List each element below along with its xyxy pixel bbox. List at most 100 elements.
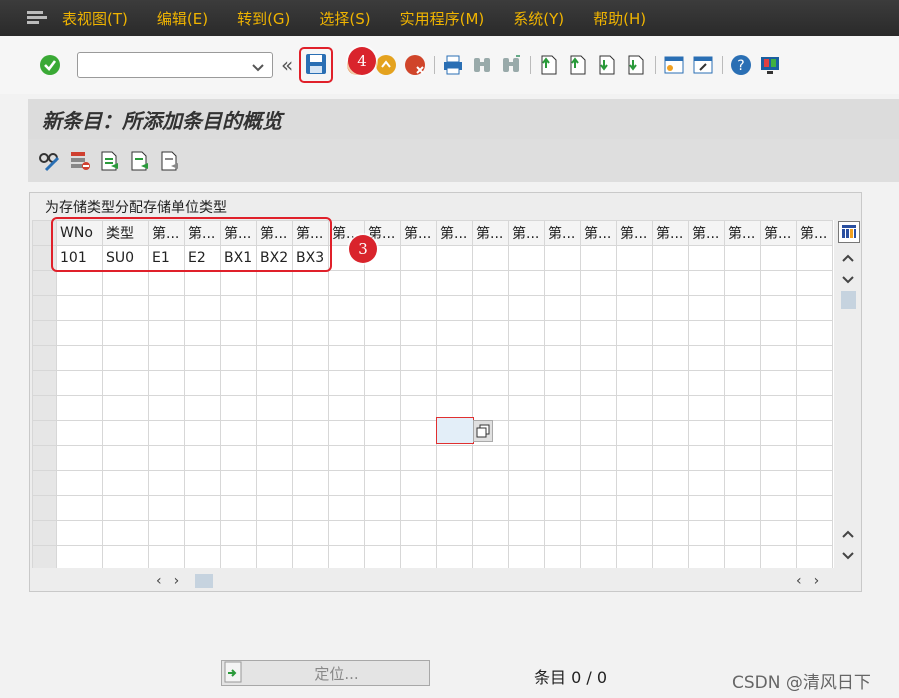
table-cell[interactable] — [364, 520, 401, 546]
table-cell[interactable] — [328, 345, 365, 371]
table-cell[interactable] — [292, 345, 329, 371]
table-cell[interactable] — [724, 370, 761, 396]
table-cell[interactable] — [102, 320, 149, 346]
table-cell[interactable] — [688, 370, 725, 396]
table-cell[interactable] — [102, 520, 149, 546]
table-cell[interactable] — [148, 470, 185, 496]
table-cell[interactable] — [256, 420, 293, 446]
table-cell[interactable] — [328, 545, 365, 568]
table-cell[interactable] — [616, 445, 653, 471]
table-cell[interactable] — [292, 495, 329, 521]
table-cell[interactable] — [652, 245, 689, 271]
table-cell[interactable] — [616, 320, 653, 346]
table-cell[interactable] — [292, 395, 329, 421]
table-cell[interactable] — [580, 245, 617, 271]
table-cell[interactable] — [688, 520, 725, 546]
table-cell[interactable] — [256, 470, 293, 496]
menu-utilities[interactable]: 实用程序(M) — [400, 8, 485, 29]
table-cell[interactable] — [292, 270, 329, 296]
table-cell[interactable] — [688, 495, 725, 521]
table-cell[interactable] — [56, 395, 103, 421]
table-cell[interactable] — [472, 445, 509, 471]
table-cell[interactable] — [688, 270, 725, 296]
table-cell[interactable] — [508, 345, 545, 371]
collapse-toolbar-button[interactable]: « — [281, 53, 293, 77]
table-cell[interactable] — [364, 495, 401, 521]
scroll-left-icon[interactable]: ‹ — [156, 573, 162, 589]
table-cell[interactable] — [102, 420, 149, 446]
table-cell[interactable] — [328, 495, 365, 521]
row-selector[interactable] — [32, 270, 57, 296]
table-cell[interactable] — [220, 445, 257, 471]
table-cell[interactable] — [724, 320, 761, 346]
table-cell[interactable] — [436, 345, 473, 371]
row-selector[interactable] — [32, 445, 57, 471]
table-cell[interactable] — [400, 295, 437, 321]
table-cell[interactable] — [652, 295, 689, 321]
table-cell[interactable] — [688, 295, 725, 321]
table-cell[interactable] — [436, 270, 473, 296]
table-cell[interactable] — [148, 270, 185, 296]
table-cell[interactable] — [256, 370, 293, 396]
table-cell[interactable] — [148, 495, 185, 521]
column-header[interactable]: 第... — [688, 220, 725, 246]
table-cell[interactable] — [56, 420, 103, 446]
table-cell[interactable] — [56, 295, 103, 321]
table-cell[interactable] — [760, 495, 797, 521]
table-cell[interactable] — [688, 345, 725, 371]
table-cell[interactable] — [508, 545, 545, 568]
menu-table-view[interactable]: 表视图(T) — [62, 8, 128, 29]
table-cell[interactable] — [724, 545, 761, 568]
table-cell[interactable] — [472, 520, 509, 546]
table-cell[interactable] — [724, 345, 761, 371]
table-cell[interactable] — [56, 495, 103, 521]
table-cell[interactable] — [544, 320, 581, 346]
table-cell[interactable] — [400, 370, 437, 396]
table-cell[interactable] — [256, 545, 293, 568]
table-cell[interactable] — [508, 470, 545, 496]
table-cell[interactable] — [292, 545, 329, 568]
table-cell[interactable] — [220, 520, 257, 546]
table-cell[interactable] — [400, 245, 437, 271]
table-cell[interactable] — [400, 470, 437, 496]
table-cell[interactable] — [364, 270, 401, 296]
table-cell[interactable] — [508, 420, 545, 446]
table-cell[interactable] — [364, 370, 401, 396]
table-cell[interactable] — [56, 320, 103, 346]
table-cell[interactable] — [688, 470, 725, 496]
table-cell[interactable] — [580, 345, 617, 371]
table-cell[interactable] — [760, 295, 797, 321]
table-cell[interactable] — [616, 270, 653, 296]
table-cell[interactable] — [436, 495, 473, 521]
table-cell[interactable] — [508, 320, 545, 346]
horizontal-scrollbar-right[interactable]: ‹ › — [790, 571, 825, 591]
table-cell[interactable] — [472, 270, 509, 296]
scroll-down-icon[interactable] — [841, 272, 855, 288]
table-cell[interactable] — [400, 345, 437, 371]
table-cell[interactable] — [436, 320, 473, 346]
table-cell[interactable] — [184, 420, 221, 446]
table-cell[interactable] — [256, 345, 293, 371]
table-cell[interactable] — [102, 370, 149, 396]
table-cell[interactable] — [580, 545, 617, 568]
table-cell[interactable] — [436, 245, 473, 271]
column-header[interactable]: 第... — [652, 220, 689, 246]
table-cell[interactable] — [724, 420, 761, 446]
table-cell[interactable] — [544, 470, 581, 496]
table-cell[interactable] — [652, 520, 689, 546]
row-selector[interactable] — [32, 370, 57, 396]
table-cell[interactable] — [508, 395, 545, 421]
table-cell[interactable] — [364, 295, 401, 321]
table-cell[interactable] — [102, 345, 149, 371]
menu-help[interactable]: 帮助(H) — [593, 8, 646, 29]
table-cell[interactable] — [184, 395, 221, 421]
table-cell[interactable] — [724, 295, 761, 321]
table-cell[interactable] — [148, 545, 185, 568]
table-cell[interactable] — [400, 495, 437, 521]
table-cell[interactable] — [220, 270, 257, 296]
chevron-down-icon[interactable] — [252, 60, 264, 76]
table-cell[interactable] — [184, 495, 221, 521]
table-cell[interactable] — [580, 470, 617, 496]
table-cell[interactable] — [796, 545, 833, 568]
vertical-scrollbar[interactable] — [836, 220, 861, 568]
